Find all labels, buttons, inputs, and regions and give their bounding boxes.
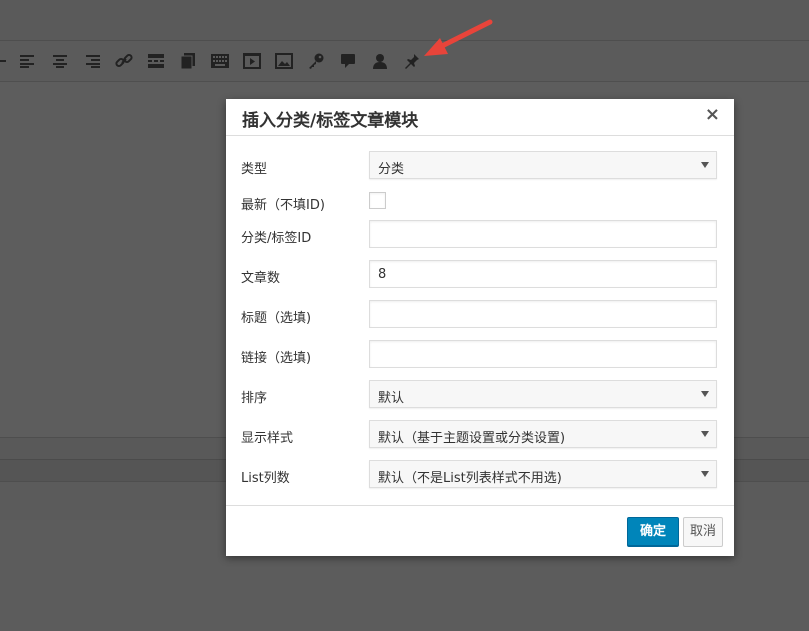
display-style-label: 显示样式 xyxy=(241,431,294,446)
dialog-title: 插入分类/标签文章模块 xyxy=(242,111,419,131)
more-tag-icon[interactable] xyxy=(146,51,166,71)
key-icon[interactable] xyxy=(306,51,326,71)
editor-toolbar xyxy=(0,41,809,82)
title-input[interactable] xyxy=(369,300,717,328)
post-count-input[interactable]: 8 xyxy=(369,260,717,288)
form-row-sort: 排序 默认 xyxy=(226,380,734,410)
align-right-icon[interactable] xyxy=(82,51,102,71)
list-columns-label: List列数 xyxy=(241,471,290,486)
form-row-title: 标题（选填) xyxy=(226,300,734,330)
form-row-display-style: 显示样式 默认（基于主题设置或分类设置) xyxy=(226,420,734,450)
keyboard-icon[interactable] xyxy=(210,51,230,71)
list-columns-select[interactable]: 默认（不是List列表样式不用选) xyxy=(369,460,717,488)
dialog-header: 插入分类/标签文章模块 × xyxy=(226,99,734,136)
form-row-category-id: 分类/标签ID xyxy=(226,220,734,250)
display-style-select-value: 默认（基于主题设置或分类设置) xyxy=(378,431,566,446)
chevron-down-icon xyxy=(701,162,709,168)
image-icon[interactable] xyxy=(274,51,294,71)
type-select[interactable]: 分类 xyxy=(369,151,717,179)
form-row-link: 链接（选填) xyxy=(226,340,734,370)
comment-icon[interactable] xyxy=(338,51,358,71)
insert-module-dialog: 插入分类/标签文章模块 × 类型 分类 最新（不填ID) 分类/标签ID 文章数… xyxy=(226,99,734,556)
chevron-down-icon xyxy=(701,431,709,437)
ok-button[interactable]: 确定 xyxy=(627,517,679,547)
sort-select-value: 默认 xyxy=(378,391,405,406)
dialog-footer: 确定 取消 xyxy=(226,505,734,556)
post-count-value: 8 xyxy=(378,267,387,282)
user-icon[interactable] xyxy=(370,51,390,71)
sort-label: 排序 xyxy=(241,391,268,406)
cancel-button[interactable]: 取消 xyxy=(683,517,723,547)
form-row-post-count: 文章数 8 xyxy=(226,260,734,290)
latest-label: 最新（不填ID) xyxy=(241,198,325,213)
chevron-down-icon xyxy=(701,391,709,397)
editor-top-bar xyxy=(0,0,809,41)
display-style-select[interactable]: 默认（基于主题设置或分类设置) xyxy=(369,420,717,448)
annotation-arrow-icon xyxy=(424,19,493,56)
form-row-latest: 最新（不填ID) xyxy=(226,192,734,222)
video-icon[interactable] xyxy=(242,51,262,71)
category-tag-id-label: 分类/标签ID xyxy=(241,231,312,246)
link-icon[interactable] xyxy=(114,51,134,71)
link-input[interactable] xyxy=(369,340,717,368)
chevron-down-icon xyxy=(701,471,709,477)
form-row-type: 类型 分类 xyxy=(226,151,734,181)
category-tag-id-input[interactable] xyxy=(369,220,717,248)
title-label: 标题（选填) xyxy=(241,311,312,326)
align-left-icon[interactable] xyxy=(18,51,38,71)
type-select-value: 分类 xyxy=(378,162,405,177)
strikethrough-icon[interactable] xyxy=(0,51,12,71)
close-icon[interactable]: × xyxy=(705,105,720,125)
list-columns-select-value: 默认（不是List列表样式不用选) xyxy=(378,471,562,486)
align-center-icon[interactable] xyxy=(50,51,70,71)
sort-select[interactable]: 默认 xyxy=(369,380,717,408)
type-label: 类型 xyxy=(241,162,268,177)
latest-checkbox[interactable] xyxy=(369,192,386,209)
link-label: 链接（选填) xyxy=(241,351,312,366)
form-row-list-columns: List列数 默认（不是List列表样式不用选) xyxy=(226,460,734,490)
page-icon[interactable] xyxy=(178,51,198,71)
post-count-label: 文章数 xyxy=(241,271,281,286)
